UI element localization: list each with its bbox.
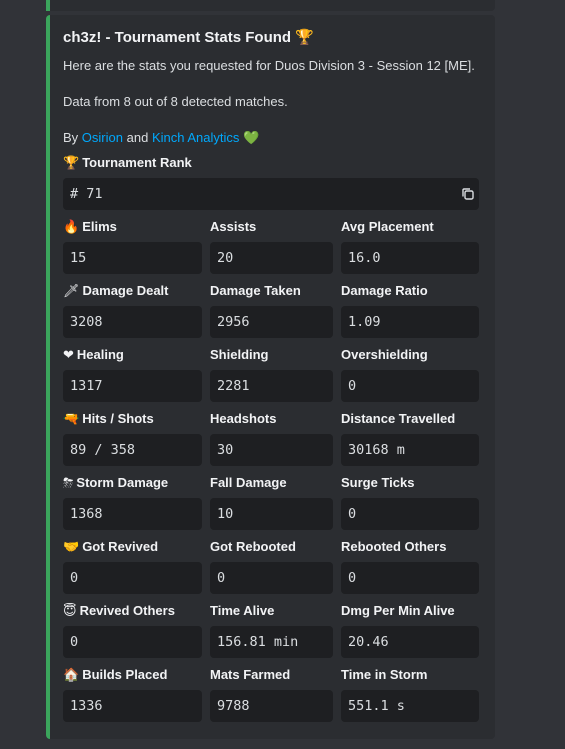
damage-dealt-value[interactable]: 3208 — [63, 306, 202, 338]
got-revived-label: 🤝 Got Revived — [63, 539, 159, 555]
assists-label: Assists — [210, 219, 257, 234]
copy-icon[interactable] — [461, 187, 475, 201]
revived-others-value[interactable]: 0 — [63, 626, 202, 658]
storm-damage-label: ⛈ Storm Damage — [63, 475, 169, 491]
previous-embed — [46, 0, 495, 11]
got-rebooted-value[interactable]: 0 — [210, 562, 333, 594]
osirion-link[interactable]: Osirion — [82, 130, 123, 145]
elims-value[interactable]: 15 — [63, 242, 202, 274]
got-rebooted-label: Got Rebooted — [210, 539, 296, 554]
revived-others-label: 😇 Revived Others — [63, 603, 175, 619]
elims-label: 🔥 Elims — [63, 219, 117, 235]
assists-value[interactable]: 20 — [210, 242, 333, 274]
avg-placement-value[interactable]: 16.0 — [341, 242, 479, 274]
kinch-analytics-link[interactable]: Kinch Analytics — [152, 130, 239, 145]
got-revived-value[interactable]: 0 — [63, 562, 202, 594]
elims-emoji-icon: 🔥 — [63, 220, 80, 235]
headshots-label: Headshots — [210, 411, 277, 426]
dmg-per-min-alive-value[interactable]: 20.46 — [341, 626, 479, 658]
damage-dealt-label: 🗡 Damage Dealt — [63, 283, 169, 299]
surge-ticks-value[interactable]: 0 — [341, 498, 479, 530]
time-in-storm-value[interactable]: 551.1 s — [341, 690, 479, 722]
avg-placement-label: Avg Placement — [341, 219, 434, 234]
damage-ratio-value[interactable]: 1.09 — [341, 306, 479, 338]
storm-damage-value[interactable]: 1368 — [63, 498, 202, 530]
hits-shots-label: 🔫 Hits / Shots — [63, 411, 154, 427]
rank-codeblock[interactable]: # 71 — [63, 178, 479, 210]
damage-taken-value[interactable]: 2956 — [210, 306, 333, 338]
stats-embed: ch3z! - Tournament Stats Found 🏆 Here ar… — [46, 15, 495, 739]
embed-description: Here are the stats you requested for Duo… — [63, 58, 475, 73]
distance-travelled-value[interactable]: 30168 m — [341, 434, 479, 466]
distance-travelled-label: Distance Travelled — [341, 411, 456, 426]
embed-title: ch3z! - Tournament Stats Found 🏆 — [63, 28, 314, 46]
shielding-label: Shielding — [210, 347, 269, 362]
trophy-icon: 🏆 — [295, 28, 314, 46]
healing-emoji-icon: ❤ — [63, 348, 74, 363]
overshielding-label: Overshielding — [341, 347, 428, 362]
storm-damage-emoji-icon: ⛈ — [63, 476, 74, 491]
time-alive-value[interactable]: 156.81 min — [210, 626, 333, 658]
time-in-storm-label: Time in Storm — [341, 667, 428, 682]
builds-placed-emoji-icon: 🏠 — [63, 668, 80, 683]
embed-data-source: Data from 8 out of 8 detected matches. — [63, 94, 288, 109]
trophy-icon: 🏆 — [63, 156, 80, 171]
headshots-value[interactable]: 30 — [210, 434, 333, 466]
damage-taken-label: Damage Taken — [210, 283, 301, 298]
builds-placed-value[interactable]: 1336 — [63, 690, 202, 722]
rebooted-others-value[interactable]: 0 — [341, 562, 479, 594]
surge-ticks-label: Surge Ticks — [341, 475, 415, 490]
got-revived-emoji-icon: 🤝 — [63, 540, 80, 555]
overshielding-value[interactable]: 0 — [341, 370, 479, 402]
embed-credits: By Osirion and Kinch Analytics 💚 — [63, 130, 260, 146]
rebooted-others-label: Rebooted Others — [341, 539, 447, 554]
fall-damage-value[interactable]: 10 — [210, 498, 333, 530]
damage-ratio-label: Damage Ratio — [341, 283, 428, 298]
green-heart-icon: 💚 — [243, 131, 260, 146]
rank-value: # 71 — [70, 186, 103, 202]
healing-value[interactable]: 1317 — [63, 370, 202, 402]
builds-placed-label: 🏠 Builds Placed — [63, 667, 168, 683]
hits-shots-value[interactable]: 89 / 358 — [63, 434, 202, 466]
dmg-per-min-alive-label: Dmg Per Min Alive — [341, 603, 455, 618]
shielding-value[interactable]: 2281 — [210, 370, 333, 402]
fall-damage-label: Fall Damage — [210, 475, 287, 490]
rank-label: 🏆 Tournament Rank — [63, 155, 192, 171]
damage-dealt-emoji-icon: 🗡 — [63, 284, 80, 299]
mats-farmed-label: Mats Farmed — [210, 667, 291, 682]
healing-label: ❤ Healing — [63, 347, 124, 363]
revived-others-emoji-icon: 😇 — [63, 604, 77, 619]
mats-farmed-value[interactable]: 9788 — [210, 690, 333, 722]
hits-shots-emoji-icon: 🔫 — [63, 412, 80, 427]
time-alive-label: Time Alive — [210, 603, 275, 618]
